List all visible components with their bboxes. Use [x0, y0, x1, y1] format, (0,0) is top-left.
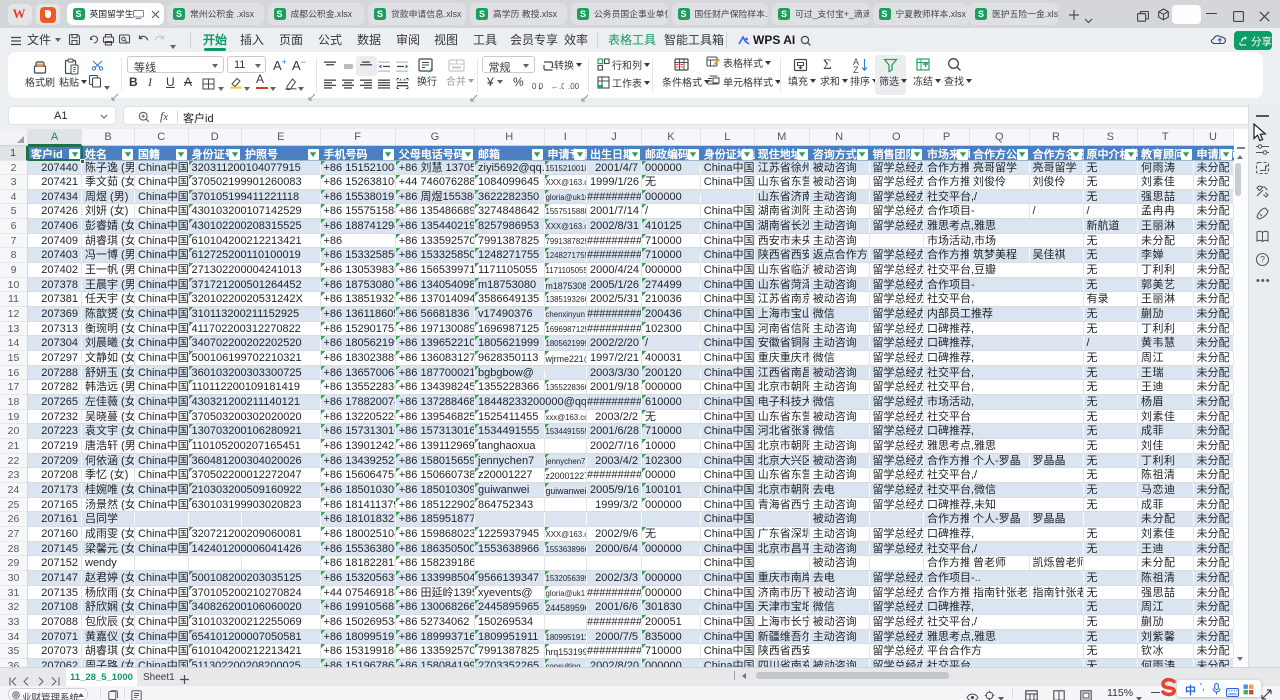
svg-text:←.0: ←.0	[551, 82, 564, 91]
svg-text:?: ?	[1260, 255, 1265, 265]
svg-text:.00: .00	[568, 82, 580, 91]
svg-text:0 0: 0 0	[532, 82, 544, 91]
svg-text:Z: Z	[853, 65, 859, 73]
